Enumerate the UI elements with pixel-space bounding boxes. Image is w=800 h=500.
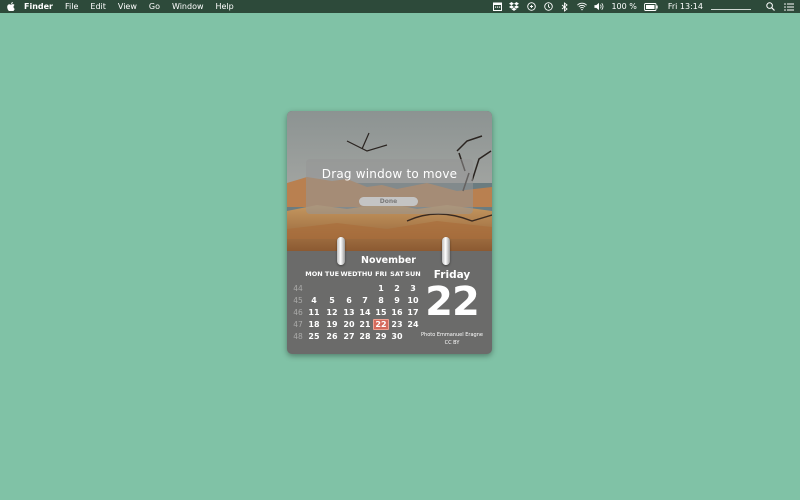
calendar-day[interactable]: 29	[373, 331, 389, 342]
menu-go[interactable]: Go	[149, 2, 160, 11]
dropbox-icon[interactable]	[509, 2, 520, 12]
week-number: 45	[293, 296, 303, 305]
calendar-day[interactable]: 3	[405, 283, 421, 294]
calendar-day[interactable]: 30	[389, 331, 405, 342]
calendar-day[interactable]: 21	[357, 319, 373, 330]
calendar-day[interactable]: 28	[357, 331, 373, 342]
weekday-mon: MON	[305, 270, 323, 278]
list-icon[interactable]	[784, 2, 794, 12]
calendar-icon[interactable]	[492, 2, 502, 12]
weekday-tue: TUE	[324, 270, 340, 278]
clock[interactable]: Fri 13:14	[668, 2, 703, 11]
cloud-icon[interactable]	[526, 2, 536, 12]
today-big-date: 22	[425, 279, 480, 325]
month-title: November	[361, 255, 416, 266]
week-number: 48	[293, 332, 303, 341]
calendar-day[interactable]: 6	[341, 295, 357, 306]
photo-credit: Photo Emmanuel Eragne	[421, 332, 483, 338]
calendar-day[interactable]: 5	[324, 295, 340, 306]
calendar-day[interactable]: 4	[306, 295, 322, 306]
calendar-day[interactable]: 8	[373, 295, 389, 306]
week-number: 47	[293, 320, 303, 329]
calendar-day[interactable]: 7	[357, 295, 373, 306]
drag-hint-text: Drag window to move	[321, 167, 458, 181]
calendar-day[interactable]: 13	[341, 307, 357, 318]
calendar-day[interactable]: 23	[389, 319, 405, 330]
calendar-day-today[interactable]: 22	[373, 319, 389, 330]
week-number: 46	[293, 308, 303, 317]
calendar-day[interactable]: 19	[324, 319, 340, 330]
calendar-day[interactable]: 9	[389, 295, 405, 306]
calendar-day[interactable]: 18	[306, 319, 322, 330]
calendar-day[interactable]	[357, 283, 373, 294]
weekday-sun: SUN	[405, 270, 421, 278]
calendar-day[interactable]: 24	[405, 319, 421, 330]
menu-file[interactable]: File	[65, 2, 78, 11]
calendar-day[interactable]: 25	[306, 331, 322, 342]
calendar-widget[interactable]: Drag window to move Done November MON TU…	[287, 111, 492, 354]
menu-bar: Finder File Edit View Go Window Help 100…	[0, 0, 800, 13]
calendar-day[interactable]: 26	[324, 331, 340, 342]
bluetooth-icon[interactable]	[560, 1, 570, 12]
calendar-day[interactable]	[324, 283, 340, 294]
calendar-day[interactable]: 20	[341, 319, 357, 330]
menu-window[interactable]: Window	[172, 2, 204, 11]
menu-help[interactable]: Help	[216, 2, 234, 11]
calendar-day[interactable]: 10	[405, 295, 421, 306]
menu-edit[interactable]: Edit	[90, 2, 106, 11]
menu-view[interactable]: View	[118, 2, 137, 11]
calendar-day[interactable]: 1	[373, 283, 389, 294]
time-machine-icon[interactable]	[543, 2, 553, 12]
calendar-day[interactable]: 2	[389, 283, 405, 294]
calendar-day[interactable]: 27	[341, 331, 357, 342]
wifi-icon[interactable]	[577, 2, 588, 12]
calendar-day[interactable]	[306, 283, 322, 294]
calendar-day[interactable]: 15	[373, 307, 389, 318]
battery-percent: 100 %	[611, 2, 637, 11]
calendar-day[interactable]: 14	[357, 307, 373, 318]
calendar-day[interactable]: 12	[324, 307, 340, 318]
photo-license: CC BY	[444, 340, 460, 346]
menu-finder[interactable]: Finder	[24, 2, 53, 11]
calendar-day[interactable]: 16	[389, 307, 405, 318]
done-button[interactable]: Done	[359, 197, 418, 206]
calendar-day[interactable]: 11	[306, 307, 322, 318]
battery-icon[interactable]	[643, 2, 658, 12]
calendar-day[interactable]	[341, 283, 357, 294]
search-icon[interactable]	[765, 2, 775, 12]
volume-icon[interactable]	[594, 2, 604, 12]
drag-overlay: Drag window to move Done	[306, 159, 473, 214]
apple-icon[interactable]	[6, 2, 16, 11]
user-name-placeholder[interactable]	[711, 9, 751, 10]
week-number: 44	[293, 284, 303, 293]
calendar-day[interactable]: 17	[405, 307, 421, 318]
